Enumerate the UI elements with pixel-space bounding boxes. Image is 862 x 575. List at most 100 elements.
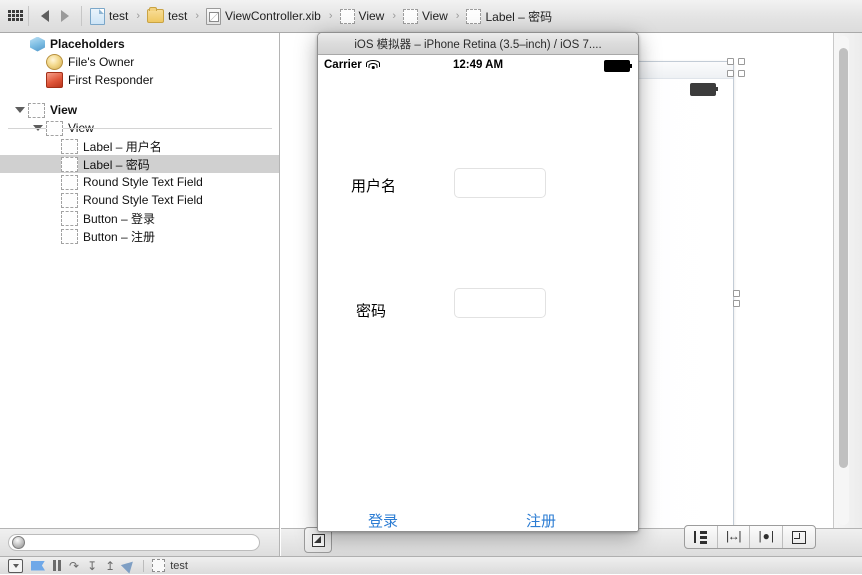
breadcrumb-label: ViewController.xib bbox=[225, 9, 321, 23]
outline-item-first-responder[interactable]: First Responder bbox=[0, 71, 279, 89]
outline-item-view-root[interactable]: View bbox=[0, 101, 279, 119]
outline-label: File's Owner bbox=[68, 55, 135, 69]
outline-item-textfield-1[interactable]: Round Style Text Field bbox=[0, 173, 279, 191]
selection-handle[interactable] bbox=[738, 70, 745, 77]
breadcrumb-label: View bbox=[422, 9, 448, 23]
username-textfield[interactable] bbox=[454, 168, 546, 198]
outline-label: Button – 注册 bbox=[83, 229, 156, 244]
selection-handle[interactable] bbox=[733, 290, 740, 297]
breadcrumb-label: View bbox=[358, 9, 385, 23]
breadcrumb-item-folder[interactable]: test bbox=[145, 0, 189, 33]
outline-group-placeholders[interactable]: Placeholders bbox=[0, 35, 279, 53]
breadcrumb-separator: › bbox=[136, 10, 141, 22]
debug-process-label: test bbox=[170, 559, 188, 572]
auto-layout-button-group: |↔| |●| bbox=[684, 525, 816, 549]
filter-input[interactable] bbox=[29, 535, 253, 550]
ios-simulator-window[interactable]: iOS 模拟器 – iPhone Retina (3.5–inch) / iOS… bbox=[317, 32, 639, 532]
view-box-icon bbox=[46, 120, 63, 136]
view-box-icon bbox=[61, 192, 78, 208]
divider bbox=[81, 6, 82, 26]
breadcrumb-separator: › bbox=[195, 10, 200, 22]
outline-item-button-register[interactable]: Button – 注册 bbox=[0, 227, 279, 245]
resolve-issues-button[interactable]: |●| bbox=[750, 526, 783, 548]
view-box-icon bbox=[61, 138, 78, 154]
project-document-icon bbox=[90, 7, 105, 25]
breadcrumb-label: Label – 密码 bbox=[485, 9, 553, 24]
outline-item-label-password[interactable]: Label – 密码 bbox=[0, 155, 279, 173]
folder-icon bbox=[147, 7, 165, 23]
pin-icon: |↔| bbox=[723, 530, 744, 544]
breakpoint-flag-icon[interactable] bbox=[31, 557, 45, 575]
filter-field[interactable] bbox=[8, 534, 260, 551]
outline-label: View bbox=[50, 103, 78, 117]
pause-icon[interactable] bbox=[53, 557, 61, 575]
outline-label: First Responder bbox=[68, 73, 154, 87]
outline-label: Label – 用户名 bbox=[83, 139, 162, 154]
breadcrumb-item-xib[interactable]: ViewController.xib bbox=[204, 0, 323, 33]
password-textfield[interactable] bbox=[454, 288, 546, 318]
breadcrumb-item-label[interactable]: Label – 密码 bbox=[464, 0, 554, 33]
step-out-icon[interactable]: ↥ bbox=[105, 557, 115, 575]
file-owner-icon bbox=[46, 54, 63, 70]
username-label: 用户名 bbox=[351, 178, 397, 195]
breadcrumb-separator: › bbox=[455, 10, 460, 22]
grid-icon[interactable] bbox=[8, 10, 23, 22]
filter-knob-icon[interactable] bbox=[12, 536, 25, 549]
divider bbox=[28, 6, 29, 26]
align-icon bbox=[694, 531, 708, 544]
vertical-scrollbar-thumb[interactable] bbox=[839, 48, 848, 468]
outline-item-textfield-2[interactable]: Round Style Text Field bbox=[0, 191, 279, 209]
password-label: 密码 bbox=[356, 303, 387, 320]
resize-icon bbox=[791, 530, 806, 544]
pin-button[interactable]: |↔| bbox=[718, 526, 750, 548]
breadcrumb-separator: › bbox=[392, 10, 396, 22]
outline-item-files-owner[interactable]: File's Owner bbox=[0, 53, 279, 71]
align-button[interactable] bbox=[685, 526, 718, 548]
navigator-filter-bar bbox=[0, 528, 280, 556]
resolve-icon: |●| bbox=[756, 530, 776, 544]
view-box-icon bbox=[61, 210, 78, 226]
simulator-screen[interactable]: Carrier 12:49 AM 用户名 密码 登录 注册 bbox=[318, 55, 638, 531]
forward-arrow-icon[interactable] bbox=[55, 6, 75, 26]
breadcrumb-item-project[interactable]: test bbox=[88, 0, 130, 33]
register-button[interactable]: 注册 bbox=[526, 510, 556, 531]
divider bbox=[143, 559, 145, 572]
outline-item-button-login[interactable]: Button – 登录 bbox=[0, 209, 279, 227]
outline-item-label-username[interactable]: Label – 用户名 bbox=[0, 137, 279, 155]
outline-label: Placeholders bbox=[50, 37, 125, 51]
view-icon bbox=[403, 8, 418, 24]
view-box-icon bbox=[28, 102, 45, 118]
status-time: 12:49 AM bbox=[452, 59, 504, 71]
cube-icon bbox=[30, 36, 45, 52]
step-over-icon[interactable]: ↷ bbox=[69, 557, 79, 575]
disclosure-triangle-icon[interactable] bbox=[14, 101, 25, 119]
selection-handle[interactable] bbox=[733, 300, 740, 307]
stack-frame-icon bbox=[152, 559, 166, 572]
outline-navigator[interactable]: Placeholders File's Owner First Responde… bbox=[0, 33, 280, 528]
breadcrumb-label: test bbox=[109, 9, 129, 23]
breadcrumb-item-view-2[interactable]: View bbox=[401, 0, 450, 33]
view-box-icon bbox=[61, 156, 78, 172]
simulator-title-text: iOS 模拟器 – iPhone Retina (3.5–inch) / iOS… bbox=[354, 38, 602, 51]
view-box-icon bbox=[61, 228, 78, 244]
outline-label: Label – 密码 bbox=[83, 157, 150, 172]
breadcrumb-label: test bbox=[168, 9, 188, 23]
outline-label: Round Style Text Field bbox=[83, 175, 203, 189]
simulate-location-icon[interactable] bbox=[121, 557, 138, 575]
resizing-behavior-button[interactable] bbox=[783, 526, 815, 548]
simulator-title-bar[interactable]: iOS 模拟器 – iPhone Retina (3.5–inch) / iOS… bbox=[318, 33, 638, 55]
login-button[interactable]: 登录 bbox=[368, 510, 398, 531]
hide-debug-area-icon[interactable] bbox=[8, 557, 23, 575]
selection-handle[interactable] bbox=[727, 58, 734, 65]
view-icon bbox=[466, 8, 482, 24]
first-responder-icon bbox=[46, 72, 63, 88]
step-into-icon[interactable]: ↧ bbox=[87, 557, 97, 575]
selection-handle[interactable] bbox=[738, 58, 745, 65]
battery-full-icon bbox=[604, 60, 632, 72]
back-arrow-icon[interactable] bbox=[35, 6, 55, 26]
zoom-out-icon bbox=[311, 533, 325, 547]
outline-label: Button – 登录 bbox=[83, 211, 156, 226]
breadcrumb-item-view-1[interactable]: View bbox=[338, 0, 387, 33]
breadcrumb-separator: › bbox=[328, 10, 333, 22]
selection-handle[interactable] bbox=[727, 70, 734, 77]
